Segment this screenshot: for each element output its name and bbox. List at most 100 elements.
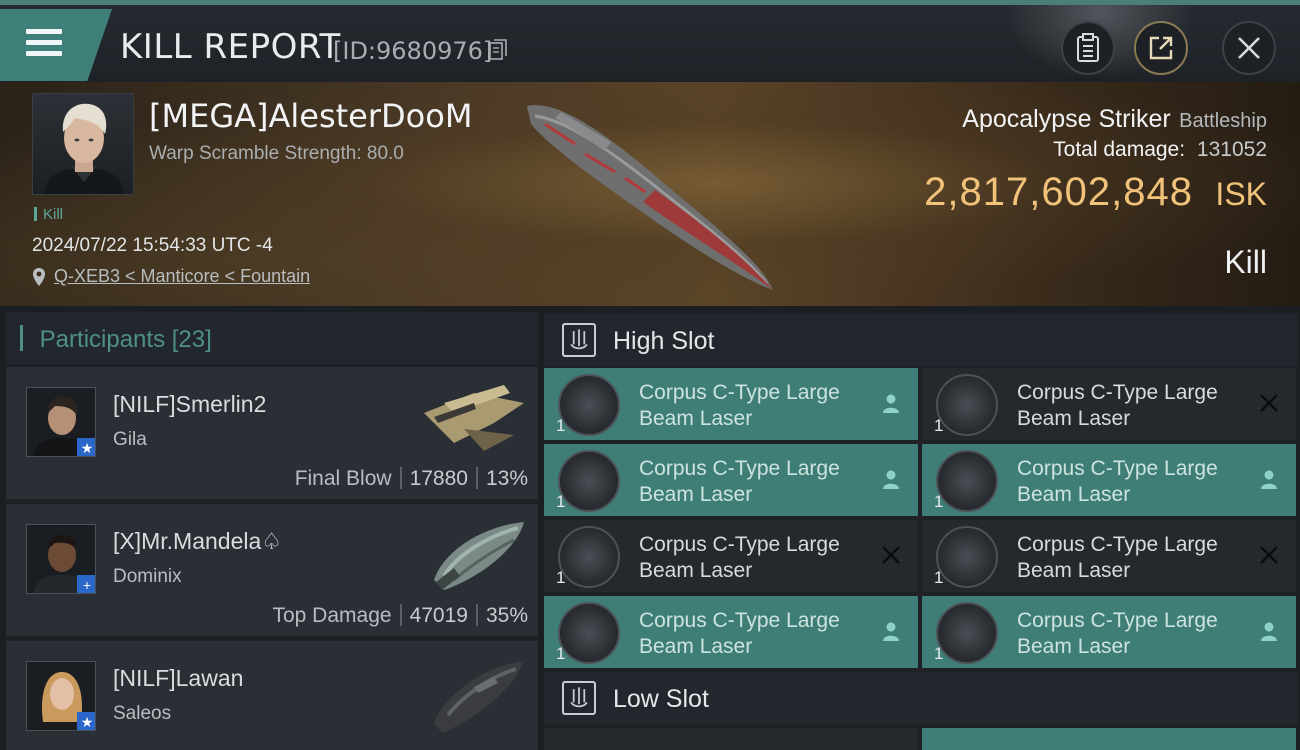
close-button[interactable] [1222,21,1276,75]
module-icon [936,602,998,664]
module-item[interactable]: 1 Corpus C-Type Large Beam Laser [922,520,1296,592]
total-damage: Total damage: 131052 [1053,138,1267,162]
isk-amount: 2,817,602,848 [924,170,1193,214]
low-slot-icon [562,681,596,715]
participant-ship-image [434,661,524,733]
module-item[interactable]: 1 Corpus C-Type Large Beam Laser [544,596,918,668]
top-bar: KILL REPORT [ID:9680976] [0,0,1300,82]
participant-avatar[interactable]: ★ [26,387,96,457]
module-icon [558,450,620,512]
participant-damage: 17880 [409,467,468,490]
victim-avatar[interactable] [32,93,134,195]
participants-title: Participants [23] [20,325,212,354]
share-button[interactable] [1134,21,1188,75]
participants-header: Participants [23] [6,312,538,364]
copy-icon[interactable] [489,39,507,61]
participant-ship: Gila [113,429,147,450]
high-slot-label: High Slot [613,327,715,355]
dropped-person-icon [1261,470,1277,489]
share-icon [1149,36,1173,60]
high-slot-header: High Slot [544,314,1298,366]
clipboard-button[interactable] [1061,21,1115,75]
module-quantity: 1 [934,492,944,511]
module-quantity: 1 [934,568,944,587]
module-item[interactable]: 1 Corpus C-Type Large Beam Laser [544,444,918,516]
victim-summary: [MEGA]AlesterDooM Warp Scramble Strength… [0,82,1300,306]
location-link[interactable]: Q-XEB3 < Manticore < Fountain [54,266,310,287]
participant-row[interactable]: ★ [NILF]Lawan Saleos [6,641,538,750]
module-item[interactable] [544,728,918,750]
total-damage-value: 131052 [1196,138,1267,161]
destroyed-x-icon [882,546,900,564]
low-slot-header: Low Slot [544,672,1298,724]
module-quantity: 1 [556,492,566,511]
module-name: Corpus C-Type Large Beam Laser [639,533,840,582]
module-name: Corpus C-Type Large Beam Laser [639,609,840,658]
kill-location[interactable]: Q-XEB3 < Manticore < Fountain [32,266,310,287]
low-slot-label: Low Slot [613,685,709,713]
participant-avatar[interactable]: + [26,524,96,594]
participant-role: Final Blow [294,467,392,490]
module-quantity: 1 [556,644,566,663]
participant-name: [NILF]Lawan [113,665,244,691]
victim-name[interactable]: [MEGA]AlesterDooM [149,97,472,135]
module-name: Corpus C-Type Large Beam Laser [1017,381,1218,430]
module-name: Corpus C-Type Large Beam Laser [1017,609,1218,658]
close-icon [1238,37,1260,59]
destroyed-x-icon [1260,394,1278,412]
participant-badge: ★ [77,712,95,730]
module-item[interactable]: 1 Corpus C-Type Large Beam Laser [922,444,1296,516]
participants-label: Participants [39,326,166,353]
destroyed-x-icon [1260,546,1278,564]
high-slot-icon [562,323,596,357]
victim-portrait [43,103,125,194]
participant-avatar[interactable]: ★ [26,661,96,731]
participant-damage: 47019 [409,604,468,627]
module-quantity: 1 [556,416,566,435]
participant-ship: Saleos [113,703,172,724]
module-name: Corpus C-Type Large Beam Laser [1017,533,1218,582]
participant-name: [NILF]Smerlin2 [113,391,267,417]
module-icon [936,450,998,512]
participant-stats: Final Blow 17880 13% [295,467,528,491]
victim-ship[interactable]: Apocalypse Striker Battleship [962,105,1267,134]
module-item[interactable] [922,728,1296,750]
report-id: [ID:9680976] [333,37,493,65]
victim-ship-class: Battleship [1179,110,1267,132]
warp-scramble-strength: Warp Scramble Strength: 80.0 [149,143,404,164]
total-damage-label: Total damage: [1053,138,1186,161]
module-item[interactable]: 1 Corpus C-Type Large Beam Laser [922,596,1296,668]
dropped-person-icon [883,470,899,489]
kill-tag: Kill [34,206,63,223]
participant-ship-image [434,522,524,590]
participants-count: [23] [171,326,212,353]
module-name: Corpus C-Type Large Beam Laser [639,381,840,430]
menu-button[interactable] [0,9,112,81]
module-item[interactable]: 1 Corpus C-Type Large Beam Laser [544,368,918,440]
module-icon [558,602,620,664]
participant-ship: Dominix [113,566,182,587]
participant-row[interactable]: ★ [NILF]Smerlin2 Gila Final Blow 17880 13% [6,367,538,501]
clipboard-icon [1077,33,1099,62]
participant-role: Top Damage [272,604,392,627]
module-icon [936,526,998,588]
isk-value: 2,817,602,848 ISK [924,170,1267,215]
result-label: Kill [1224,244,1267,280]
dropped-person-icon [883,394,899,413]
module-name: Corpus C-Type Large Beam Laser [639,457,840,506]
hamburger-menu-icon [26,29,62,59]
module-item[interactable]: 1 Corpus C-Type Large Beam Laser [544,520,918,592]
module-icon [558,374,620,436]
module-quantity: 1 [934,416,944,435]
victim-ship-name: Apocalypse Striker [962,105,1171,133]
dropped-person-icon [1261,622,1277,641]
participant-row[interactable]: + [X]Mr.Mandela♤ Dominix Top Damage 47019… [6,504,538,638]
fitting-panel: High Slot 1 Corpus C-Type Large Beam Las… [544,312,1298,750]
dropped-person-icon [883,622,899,641]
module-icon [936,374,998,436]
participant-name: [X]Mr.Mandela♤ [113,528,282,554]
victim-ship-image [527,105,773,290]
module-item[interactable]: 1 Corpus C-Type Large Beam Laser [922,368,1296,440]
module-name: Corpus C-Type Large Beam Laser [1017,457,1218,506]
module-quantity: 1 [556,568,566,587]
